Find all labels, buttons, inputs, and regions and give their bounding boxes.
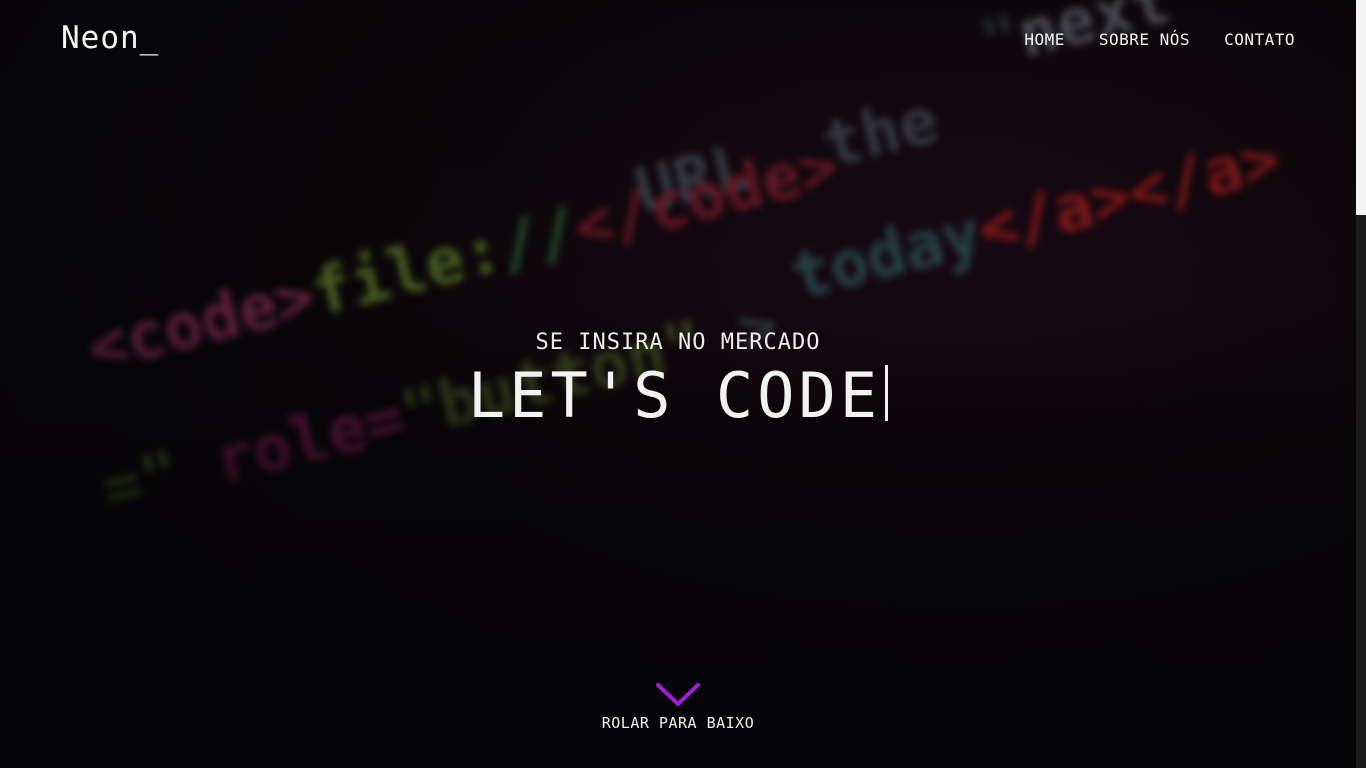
hero-subtitle: SE INSIRA NO MERCADO	[535, 330, 821, 355]
chevron-down-icon	[656, 683, 700, 706]
scrollbar[interactable]	[1356, 0, 1366, 768]
scroll-down-button[interactable]: ROLAR PARA BAIXO	[0, 680, 1356, 732]
nav-link-home[interactable]: HOME	[1024, 30, 1065, 49]
hero-title: LET'S CODE	[467, 359, 882, 432]
typing-cursor	[885, 365, 889, 421]
nav-link-contato[interactable]: CONTATO	[1224, 30, 1295, 49]
hero-title-wrapper: LET'S CODE	[0, 355, 1356, 432]
page: "next" URL, the <code>file://</code> tod…	[0, 0, 1366, 768]
hero-section: SE INSIRA NO MERCADO LET'S CODE	[0, 330, 1356, 432]
nav-link-sobre-nos[interactable]: SOBRE NÓS	[1099, 30, 1190, 49]
site-logo[interactable]: Neon_	[61, 20, 159, 56]
site-header: Neon_ HOME SOBRE NÓS CONTATO	[0, 0, 1356, 80]
scroll-down-label: ROLAR PARA BAIXO	[601, 714, 755, 732]
scrollbar-thumb[interactable]	[1356, 0, 1366, 215]
main-nav: HOME SOBRE NÓS CONTATO	[1024, 30, 1295, 49]
